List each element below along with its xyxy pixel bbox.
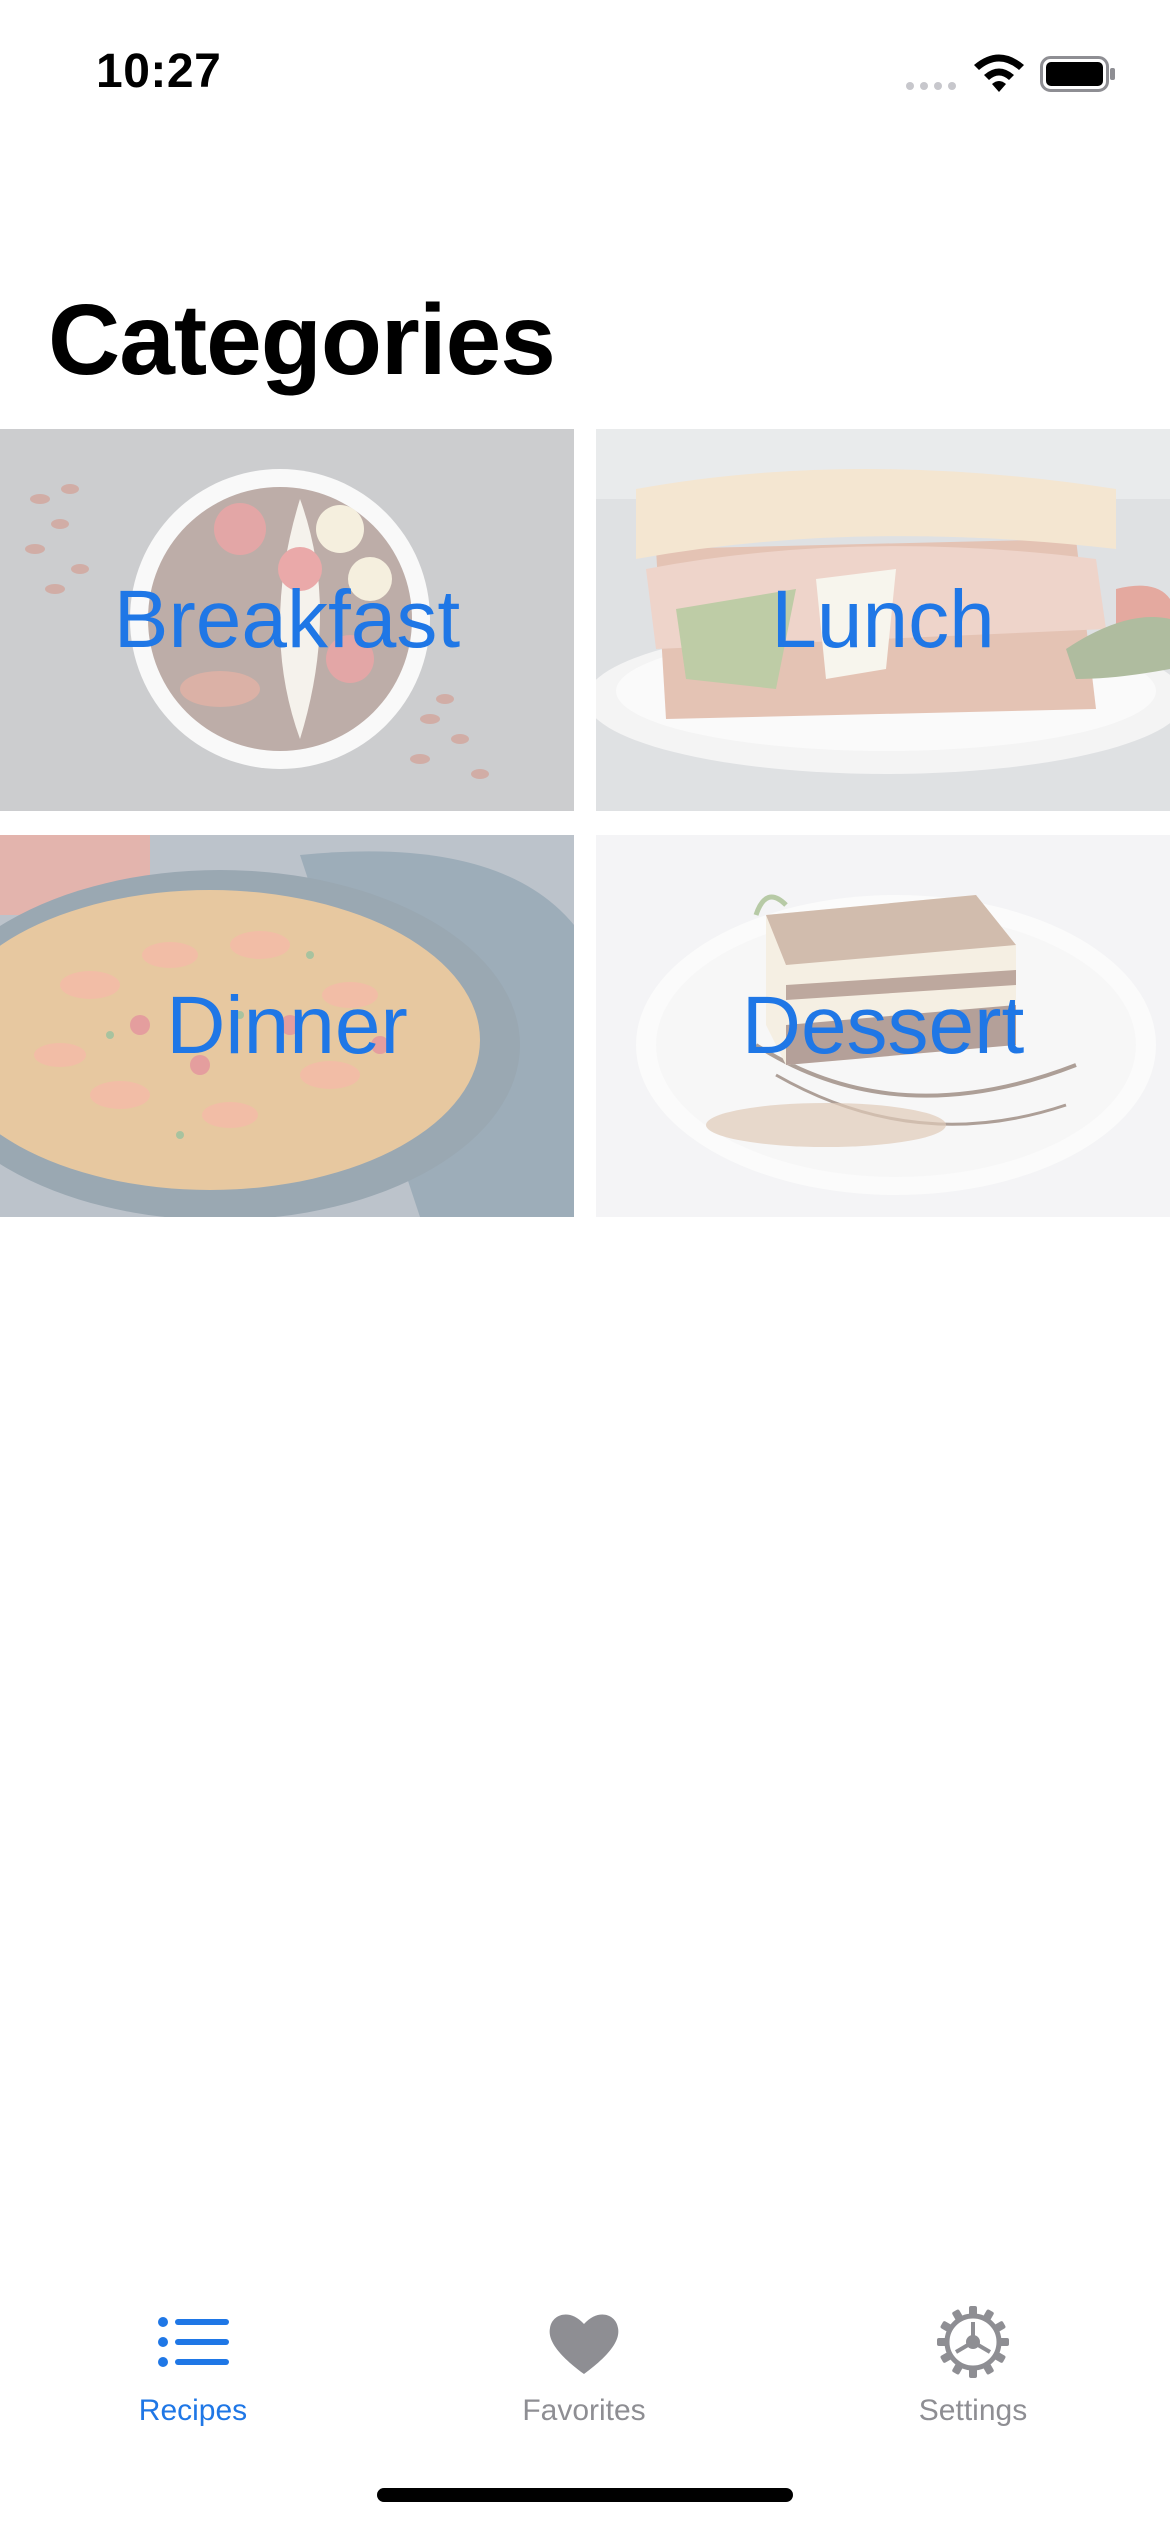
- heart-icon: [549, 2314, 619, 2374]
- tab-recipes[interactable]: Recipes: [73, 2304, 313, 2454]
- category-tile-dessert[interactable]: Dessert: [596, 835, 1170, 1217]
- tab-favorites[interactable]: Favorites: [464, 2304, 704, 2454]
- home-indicator: [377, 2488, 793, 2502]
- tab-label-recipes: Recipes: [138, 2394, 248, 2427]
- category-tile-breakfast[interactable]: Breakfast: [0, 429, 574, 811]
- tab-label-favorites: Favorites: [522, 2394, 646, 2427]
- category-label-lunch: Lunch: [771, 574, 995, 665]
- status-time: 10:27: [96, 45, 222, 98]
- gear-icon: [937, 2306, 1009, 2378]
- page-title: Categories: [48, 284, 556, 396]
- wifi-icon: [974, 54, 1024, 92]
- category-label-dinner: Dinner: [166, 980, 408, 1071]
- category-label-breakfast: Breakfast: [113, 574, 461, 665]
- tab-label-settings: Settings: [918, 2394, 1028, 2427]
- category-label-dessert: Dessert: [741, 980, 1025, 1071]
- cellular-signal-icon: [906, 82, 956, 90]
- tab-settings[interactable]: Settings: [853, 2304, 1093, 2454]
- battery-icon: [1040, 56, 1115, 92]
- list-icon: [158, 2317, 229, 2367]
- status-bar: 10:27: [0, 0, 1170, 150]
- category-tile-dinner[interactable]: Dinner: [0, 835, 574, 1217]
- category-tile-lunch[interactable]: Lunch: [596, 429, 1170, 811]
